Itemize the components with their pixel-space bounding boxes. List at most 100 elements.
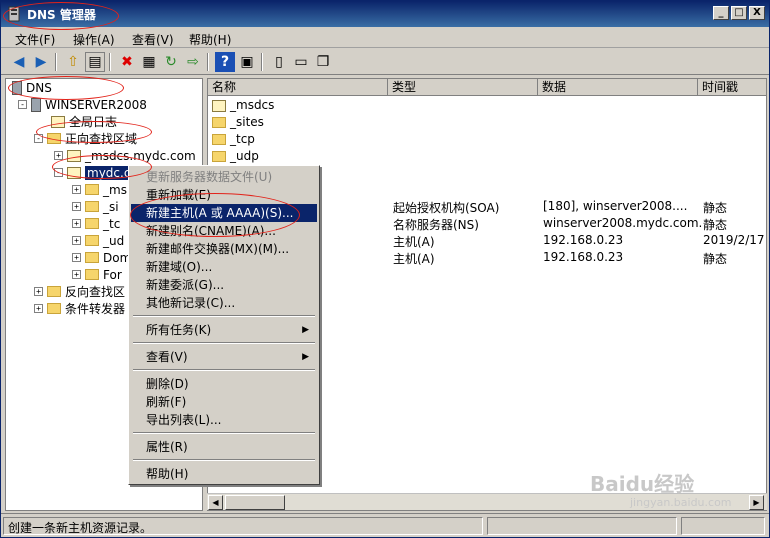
menu-properties[interactable]: 属性(R) bbox=[131, 438, 317, 456]
expand-icon[interactable]: + bbox=[54, 151, 63, 160]
expand-icon[interactable]: + bbox=[72, 236, 81, 245]
column-name-header[interactable]: 名称 bbox=[208, 79, 388, 96]
list-item-folder[interactable]: _msdcs bbox=[208, 97, 766, 114]
collapse-icon[interactable]: - bbox=[18, 100, 27, 109]
expand-icon[interactable]: + bbox=[34, 287, 43, 296]
menu-export-list[interactable]: 导出列表(L)... bbox=[131, 411, 317, 429]
dns-root-icon bbox=[12, 80, 22, 95]
dns-manager-window: DNS 管理器 _ □ X 文件(F) 操作(A) 查看(V) 帮助(H) ◀ … bbox=[0, 0, 770, 538]
zone-icon bbox=[67, 149, 81, 162]
back-arrow-icon[interactable]: ◀ bbox=[9, 52, 29, 72]
menu-refresh[interactable]: 刷新(F) bbox=[131, 393, 317, 411]
record-type: 主机(A) bbox=[393, 252, 435, 266]
menu-new-alias[interactable]: 新建别名(CNAME)(A)... bbox=[131, 222, 317, 240]
tree-conditional-forwarders[interactable]: + 条件转发器 bbox=[34, 300, 125, 317]
record-time: 静态 bbox=[703, 201, 728, 215]
list-item-folder[interactable]: _tcp bbox=[208, 131, 766, 148]
tree-forward-zone[interactable]: - 正向查找区域 bbox=[34, 130, 137, 147]
export-list-icon[interactable]: ⇨ bbox=[183, 52, 203, 72]
properties-icon[interactable]: ▦ bbox=[139, 52, 159, 72]
scroll-right-icon[interactable]: ▶ bbox=[749, 495, 764, 510]
refresh-icon[interactable]: ↻ bbox=[161, 52, 181, 72]
menu-view[interactable]: 查看(V) ▶ bbox=[131, 348, 317, 366]
menu-update-server-data-file[interactable]: 更新服务器数据文件(U) bbox=[131, 168, 317, 186]
menu-new-domain[interactable]: 新建域(O)... bbox=[131, 258, 317, 276]
list-item-folder[interactable]: _udp bbox=[208, 148, 766, 165]
tree-sub-item[interactable]: + _tc bbox=[72, 215, 120, 232]
folder-name: _msdcs bbox=[230, 98, 275, 112]
record-data: 192.168.0.23 bbox=[543, 250, 624, 264]
delete-icon[interactable]: ✖ bbox=[117, 52, 137, 72]
close-button[interactable]: X bbox=[749, 6, 765, 20]
expand-icon[interactable]: + bbox=[72, 219, 81, 228]
menu-action[interactable]: 操作(A) bbox=[73, 31, 115, 48]
menu-new-delegation[interactable]: 新建委派(G)... bbox=[131, 276, 317, 294]
record-type: 起始授权机构(SOA) bbox=[393, 201, 500, 215]
scroll-thumb[interactable] bbox=[225, 495, 285, 510]
menu-help[interactable]: 帮助(H) bbox=[131, 465, 317, 483]
menu-new-host[interactable]: 新建主机(A 或 AAAA)(S)... bbox=[131, 204, 317, 222]
tree-dns-root[interactable]: DNS bbox=[12, 79, 52, 96]
collapse-icon[interactable]: - bbox=[34, 134, 43, 143]
tree-sub-item[interactable]: + Dom bbox=[72, 249, 131, 266]
column-type-header[interactable]: 类型 bbox=[388, 79, 538, 96]
show-tree-icon[interactable]: ▤ bbox=[85, 52, 105, 72]
status-panel-3 bbox=[681, 517, 765, 535]
tree-msdcs-zone[interactable]: + _msdcs.mydc.com bbox=[54, 147, 196, 164]
tree-reverse-zone[interactable]: + 反向查找区 bbox=[34, 283, 125, 300]
maximize-button[interactable]: □ bbox=[731, 6, 747, 20]
tree-sub-item[interactable]: + For bbox=[72, 266, 122, 283]
folder-name: _tcp bbox=[230, 132, 255, 146]
tree-sub-item[interactable]: + _si bbox=[72, 198, 119, 215]
folder-name: _sites bbox=[230, 115, 264, 129]
console-icon[interactable]: ▣ bbox=[237, 52, 257, 72]
column-data-header[interactable]: 数据 bbox=[538, 79, 698, 96]
tree-sub-label: _ms bbox=[103, 182, 127, 197]
title-bar[interactable]: DNS 管理器 _ □ X bbox=[1, 1, 769, 27]
expand-icon[interactable]: + bbox=[72, 202, 81, 211]
menu-separator bbox=[133, 342, 315, 344]
tree-mydc-zone[interactable]: - mydc.co bbox=[54, 164, 140, 181]
up-folder-icon[interactable]: ⇧ bbox=[63, 52, 83, 72]
folder-name: _udp bbox=[230, 149, 259, 163]
tree-sub-item[interactable]: + _ud bbox=[72, 232, 124, 249]
column-time-header[interactable]: 时间戳 bbox=[698, 79, 766, 96]
submenu-arrow-icon: ▶ bbox=[302, 325, 309, 335]
tree-dns-label: DNS bbox=[26, 80, 52, 95]
menu-help[interactable]: 帮助(H) bbox=[189, 31, 231, 48]
tree-cond-label: 条件转发器 bbox=[65, 302, 126, 316]
expand-icon[interactable]: + bbox=[72, 270, 81, 279]
expand-icon[interactable]: + bbox=[34, 304, 43, 313]
list-item-folder[interactable]: _sites bbox=[208, 114, 766, 131]
forward-arrow-icon[interactable]: ▶ bbox=[31, 52, 51, 72]
collapse-icon[interactable]: - bbox=[54, 168, 63, 177]
menu-separator bbox=[133, 432, 315, 434]
folder-icon bbox=[47, 303, 61, 314]
menu-new-mail-exchanger[interactable]: 新建邮件交换器(MX)(M)... bbox=[131, 240, 317, 258]
expand-icon[interactable]: + bbox=[72, 253, 81, 262]
menu-other-new-records[interactable]: 其他新记录(C)... bbox=[131, 294, 317, 312]
help-icon[interactable]: ? bbox=[215, 52, 235, 72]
folder-icon bbox=[85, 235, 99, 246]
folder-icon bbox=[212, 117, 226, 128]
server-icon[interactable]: ▯ bbox=[269, 52, 289, 72]
menu-view[interactable]: 查看(V) bbox=[132, 31, 174, 48]
copy-icon[interactable]: ❐ bbox=[313, 52, 333, 72]
status-text: 创建一条新主机资源记录。 bbox=[3, 517, 483, 535]
scroll-left-icon[interactable]: ◀ bbox=[208, 495, 223, 510]
record-time: 静态 bbox=[703, 252, 728, 266]
menu-file[interactable]: 文件(F) bbox=[15, 31, 55, 48]
tree-server[interactable]: - WINSERVER2008 bbox=[18, 96, 147, 113]
menu-all-tasks[interactable]: 所有任务(K) ▶ bbox=[131, 321, 317, 339]
menu-delete[interactable]: 删除(D) bbox=[131, 375, 317, 393]
menu-all-tasks-label: 所有任务(K) bbox=[146, 323, 212, 337]
menu-reload[interactable]: 重新加载(E) bbox=[131, 186, 317, 204]
tree-sub-item[interactable]: + _ms bbox=[72, 181, 127, 198]
tree-global-log[interactable]: 全局日志 bbox=[51, 113, 117, 130]
document-icon[interactable]: ▭ bbox=[291, 52, 311, 72]
expand-icon[interactable]: + bbox=[72, 185, 81, 194]
tree-sub-label: For bbox=[103, 267, 122, 282]
tree-msdcs-label: _msdcs.mydc.com bbox=[85, 148, 196, 163]
minimize-button[interactable]: _ bbox=[713, 6, 729, 20]
menu-separator bbox=[133, 369, 315, 371]
